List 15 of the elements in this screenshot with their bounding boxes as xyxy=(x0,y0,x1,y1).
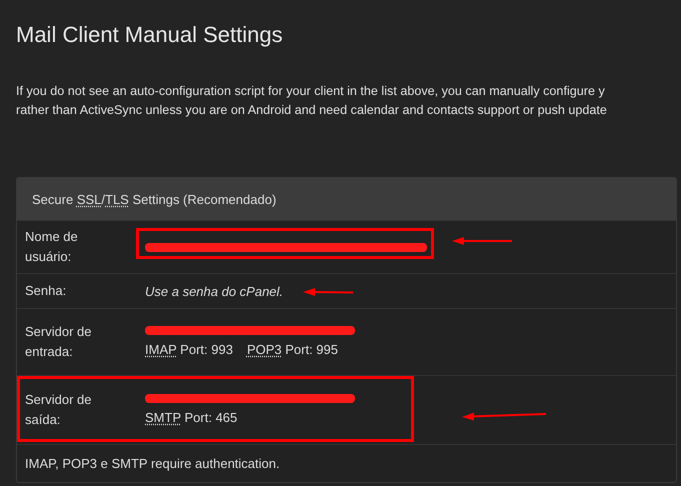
field-label: Senha: xyxy=(25,282,68,300)
field-label: Servidor de saída: xyxy=(25,391,92,429)
field-label: Servidor de entrada: xyxy=(25,323,92,361)
annotation-arrow xyxy=(303,288,354,296)
intro-text: If you do not see an auto-configuration script for your client in the list above, you can manually configure y xyxy=(16,83,605,100)
footer-note: IMAP, POP3 e SMTP require authentication. xyxy=(25,456,280,471)
port-info: IMAP Port: 993 xyxy=(145,340,233,358)
field-label: Nome de usuário: xyxy=(25,228,79,266)
page-title: Mail Client Manual Settings xyxy=(16,22,283,48)
password-hint: Use a senha do cPanel. xyxy=(145,284,284,298)
intro-text: rather than ActiveSync unless you are on Android and need calendar and contacts support or push update xyxy=(16,102,607,119)
port-info: POP3 Port: 995 xyxy=(246,340,338,358)
panel-title: Secure SSL/TLS Settings (Recomendado) xyxy=(32,192,276,206)
port-info: SMTP Port: 465 xyxy=(145,408,238,426)
annotation-arrow xyxy=(452,237,512,245)
